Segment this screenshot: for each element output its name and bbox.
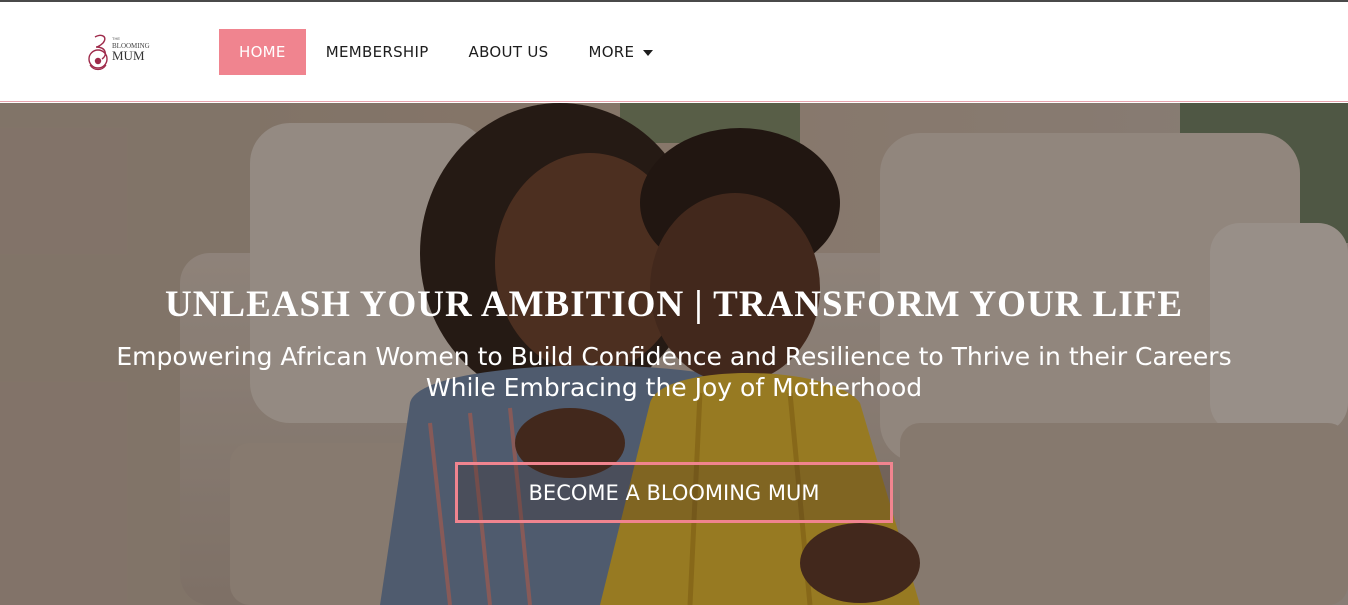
nav-more[interactable]: MORE bbox=[588, 29, 654, 75]
svg-text:MUM: MUM bbox=[112, 48, 145, 63]
svg-text:THE: THE bbox=[112, 36, 120, 41]
site-header: THE BLOOMING MUM HOME MEMBERSHIP ABOUT U… bbox=[0, 2, 1348, 102]
hero-section: UNLEASH YOUR AMBITION | TRANSFORM YOUR L… bbox=[0, 103, 1348, 605]
blooming-mum-logo-icon: THE BLOOMING MUM bbox=[88, 34, 150, 71]
nav-home[interactable]: HOME bbox=[219, 29, 306, 75]
hero-title: UNLEASH YOUR AMBITION | TRANSFORM YOUR L… bbox=[164, 284, 1184, 325]
become-member-button[interactable]: BECOME A BLOOMING MUM bbox=[455, 462, 893, 523]
nav-membership-label: MEMBERSHIP bbox=[325, 43, 429, 61]
caret-down-icon bbox=[643, 50, 654, 56]
nav-membership[interactable]: MEMBERSHIP bbox=[326, 29, 429, 75]
main-nav: HOME MEMBERSHIP ABOUT US MORE bbox=[219, 29, 654, 75]
nav-about-us-label: ABOUT US bbox=[468, 43, 549, 61]
cta-label: BECOME A BLOOMING MUM bbox=[528, 480, 820, 505]
nav-home-label: HOME bbox=[239, 43, 286, 61]
logo[interactable]: THE BLOOMING MUM bbox=[86, 31, 160, 75]
hero-subtitle: Empowering African Women to Build Confid… bbox=[116, 342, 1232, 402]
nav-about-us[interactable]: ABOUT US bbox=[469, 29, 549, 75]
nav-more-label: MORE bbox=[588, 43, 635, 61]
